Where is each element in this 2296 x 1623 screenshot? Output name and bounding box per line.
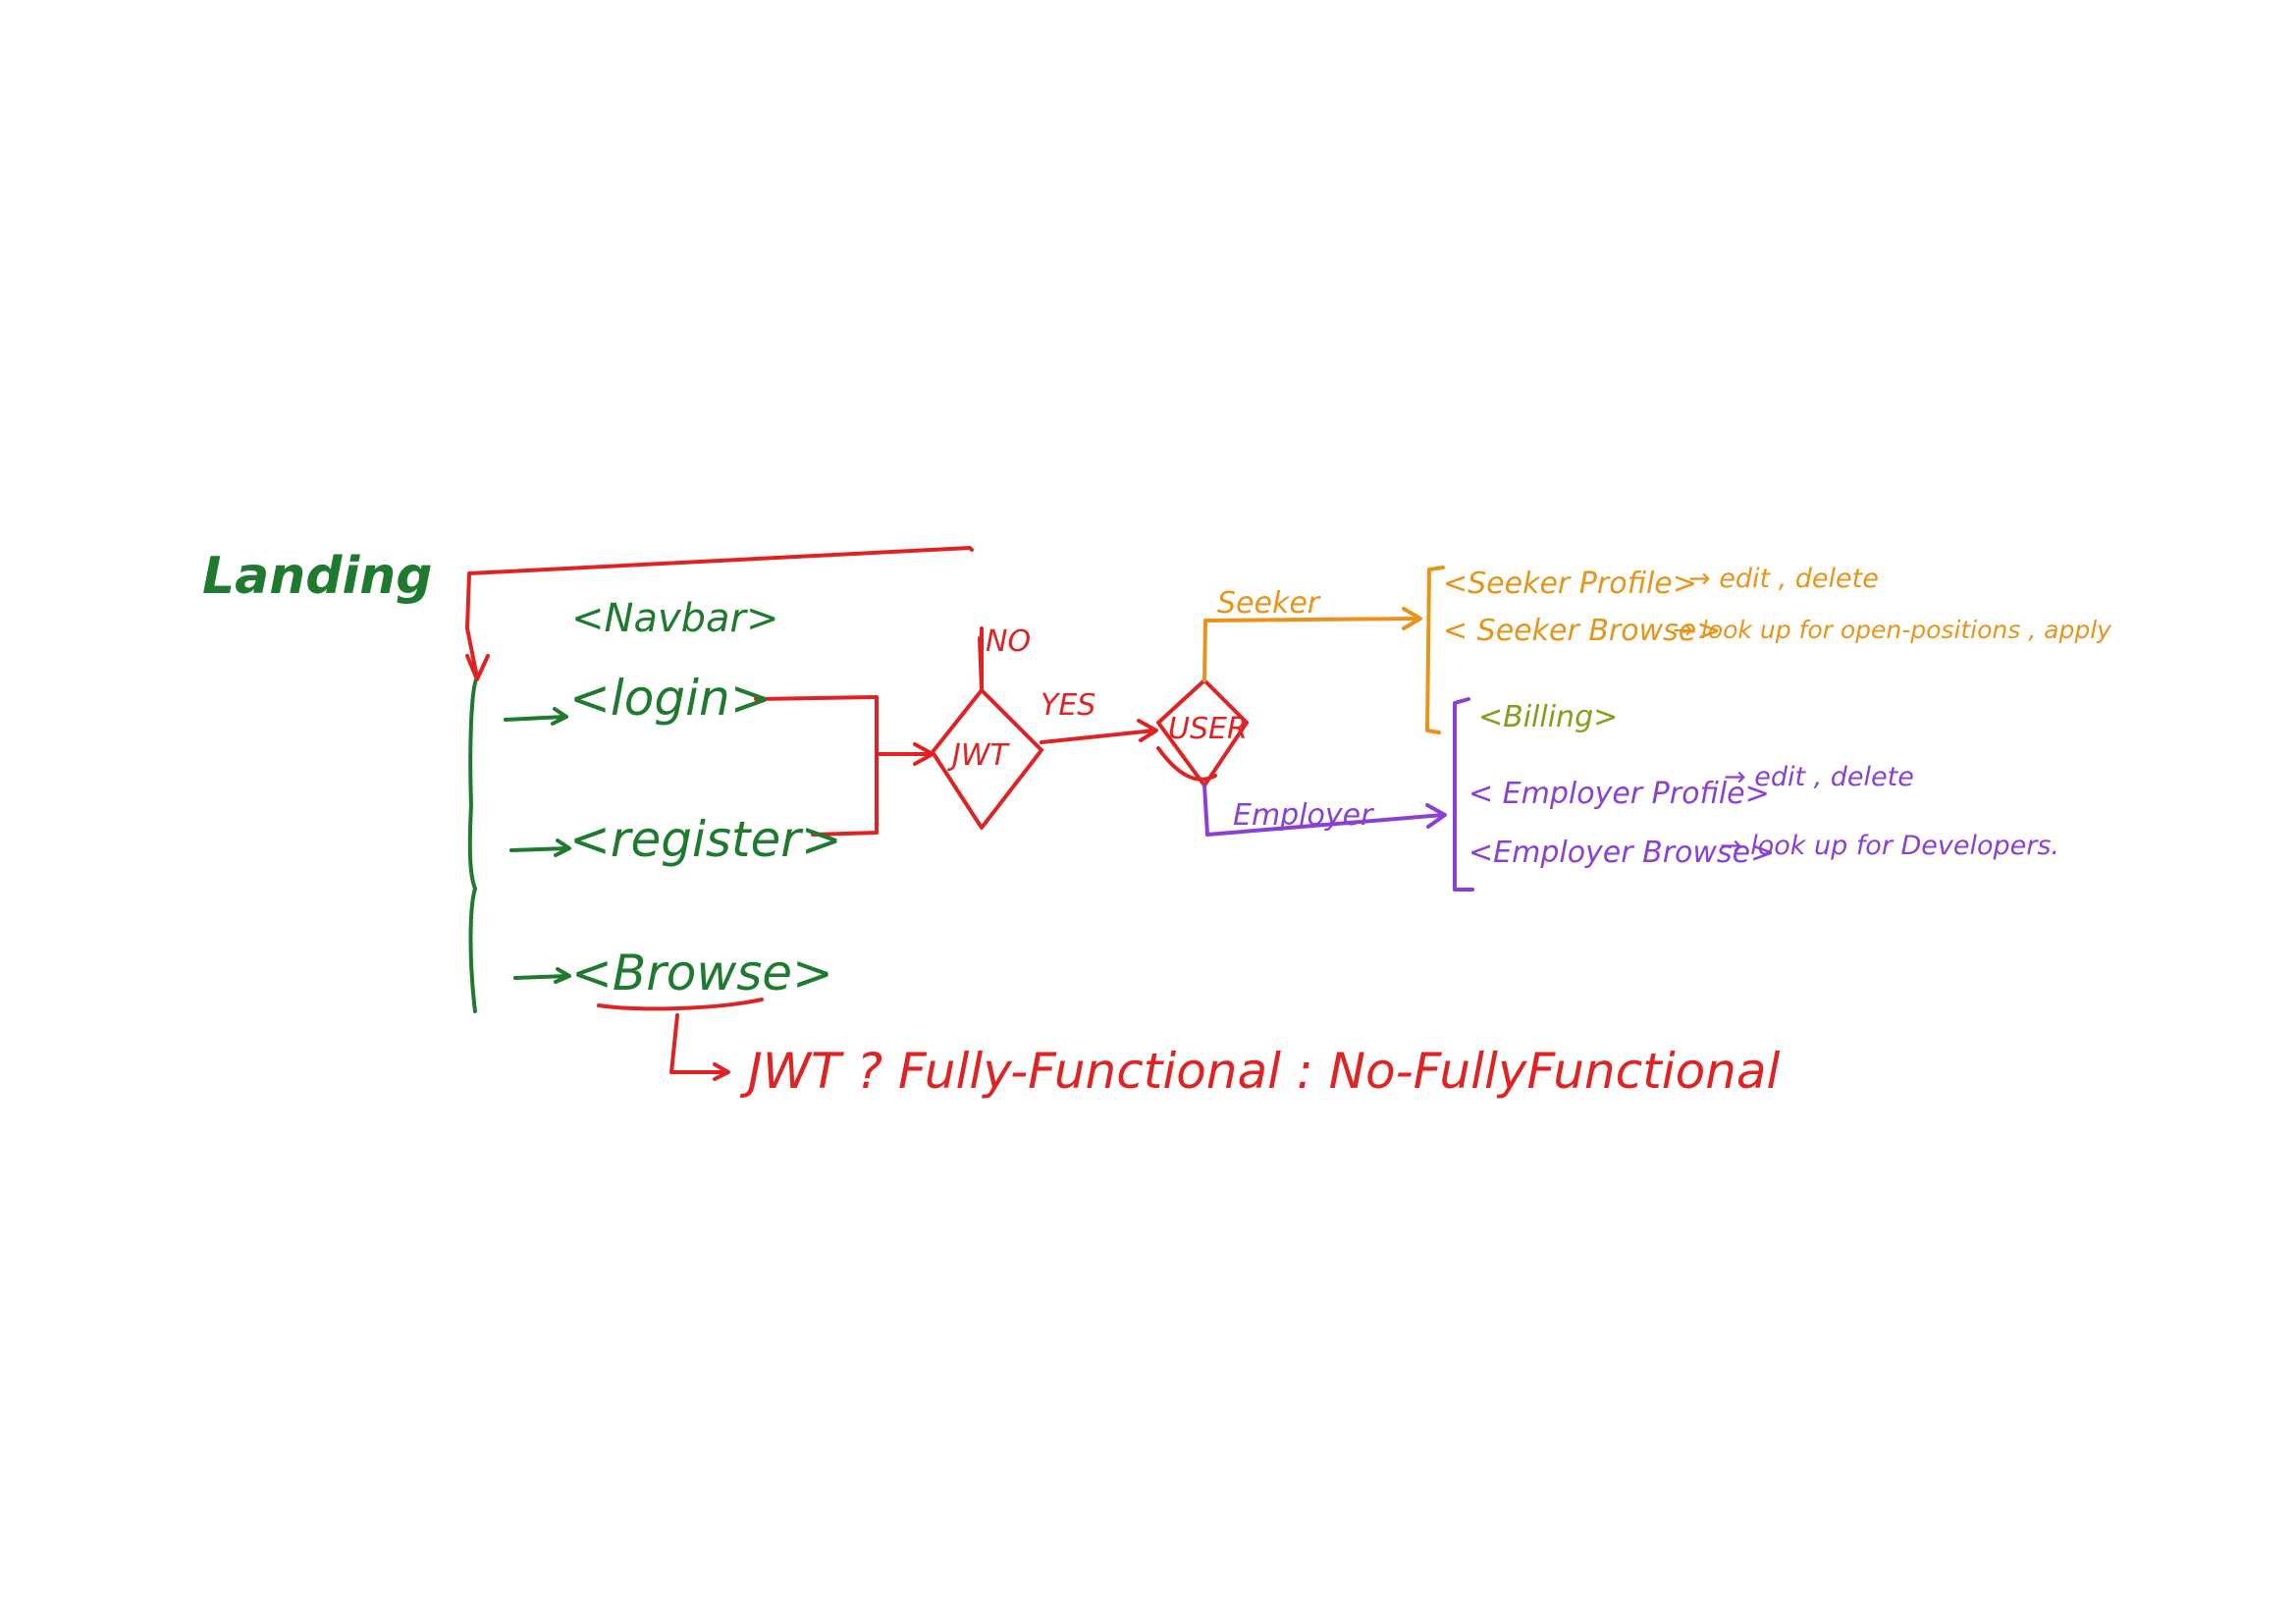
employer-branch-label: Employer bbox=[1233, 798, 1374, 833]
seeker-line bbox=[1202, 617, 1420, 682]
landing-label: Landing bbox=[202, 547, 433, 606]
seeker-bracket bbox=[1425, 566, 1445, 734]
employer-browse-note: → look up for Developers. bbox=[1720, 831, 2059, 861]
yes-arrow bbox=[1040, 729, 1156, 744]
register-arrow bbox=[509, 846, 569, 852]
seeker-profile-note: → edit , delete bbox=[1688, 564, 1879, 594]
seeker-profile-label: <Seeker Profile> bbox=[1443, 567, 1697, 601]
loop-arrow-head bbox=[465, 654, 490, 681]
seeker-branch-label: Seeker bbox=[1217, 586, 1321, 621]
billing-label: <Billing> bbox=[1478, 700, 1618, 734]
navbar-label: <Navbar> bbox=[571, 596, 778, 641]
green-strokes bbox=[467, 676, 571, 1013]
left-bracket-line bbox=[467, 676, 479, 1013]
user-diamond-label: USER bbox=[1168, 712, 1248, 746]
register-label: <register> bbox=[569, 811, 842, 868]
jwt-diamond-label: JWT bbox=[947, 738, 1011, 773]
yes-label: YES bbox=[1041, 688, 1095, 723]
browse-branch bbox=[669, 1013, 728, 1074]
login-label: <login> bbox=[569, 670, 772, 727]
no-label: NO bbox=[986, 624, 1031, 659]
seeker-browse-note: → look up for open-positions , apply bbox=[1673, 616, 2112, 644]
employer-profile-note: → edit , delete bbox=[1724, 762, 1914, 792]
browse-label: <Browse> bbox=[571, 945, 833, 1001]
ternary-label: JWT ? Fully-Functional : No-FullyFunctio… bbox=[739, 1043, 1781, 1100]
flow-diagram: Landing <Navbar> <login> <register> <Bro… bbox=[202, 546, 2112, 1100]
browse-arrow bbox=[513, 974, 569, 980]
login-arrow bbox=[504, 715, 566, 722]
